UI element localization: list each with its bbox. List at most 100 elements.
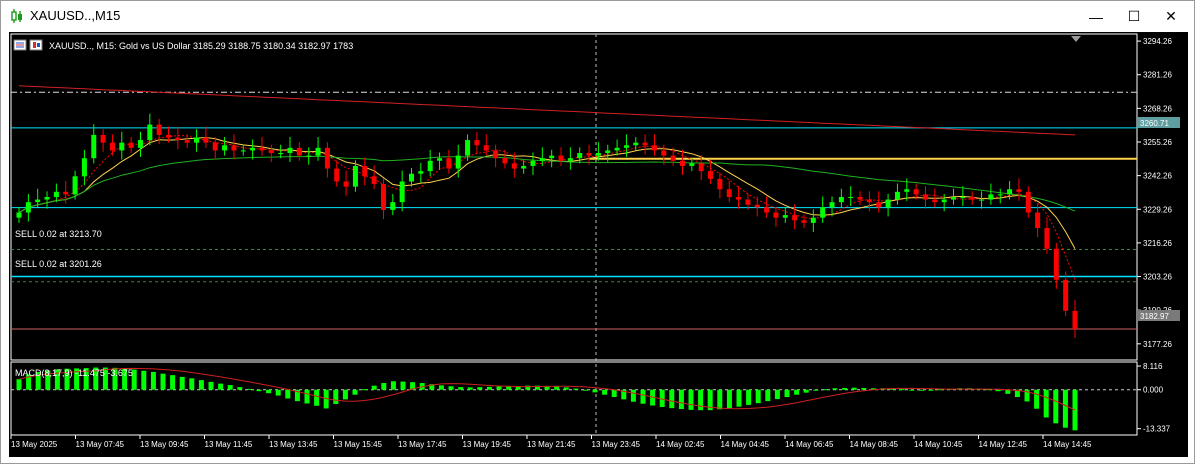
chart-area[interactable]: 3294.26 3281.26 3268.26 3255.26 3242.26 3229.… bbox=[9, 32, 1188, 457]
macd-bar bbox=[208, 381, 214, 390]
candle-body bbox=[913, 189, 919, 195]
macd-bar bbox=[794, 389, 800, 395]
macd-bar bbox=[141, 370, 147, 390]
candle-body bbox=[680, 160, 686, 166]
candle-body bbox=[156, 124, 162, 135]
candle-body bbox=[829, 202, 835, 208]
title-bar[interactable]: XAUUSD..,M15 — ☐ ✕ bbox=[1, 1, 1194, 32]
macd-bar bbox=[813, 389, 819, 391]
time-tick-label: 13 May 11:45 bbox=[205, 440, 253, 449]
candle-body bbox=[698, 163, 704, 172]
candle-body bbox=[614, 147, 620, 151]
macd-tick-label: 8.116 bbox=[1143, 362, 1163, 371]
candle-body bbox=[708, 171, 714, 179]
macd-bar bbox=[573, 388, 579, 390]
trade-label-2: SELL 0.02 at 3201.26 bbox=[15, 259, 102, 269]
candle-body bbox=[1044, 228, 1050, 249]
macd-bar bbox=[304, 389, 310, 404]
horizontal-levels bbox=[11, 91, 1137, 330]
candle-body bbox=[960, 197, 966, 198]
macd-bar bbox=[602, 389, 608, 395]
macd-bar bbox=[371, 385, 377, 390]
price-chart[interactable]: 3294.26 3281.26 3268.26 3255.26 3242.26 3229.… bbox=[9, 32, 1188, 457]
candle-body bbox=[549, 155, 555, 159]
macd-bar bbox=[765, 389, 771, 402]
close-button[interactable]: ✕ bbox=[1151, 1, 1191, 32]
candle-body bbox=[1072, 310, 1078, 329]
candle-body bbox=[147, 124, 153, 141]
time-tick-label: 13 May 15:45 bbox=[334, 440, 383, 449]
macd-bar bbox=[678, 389, 684, 410]
candle-body bbox=[511, 163, 517, 169]
price-tick-label: 3294.26 bbox=[1143, 37, 1172, 46]
time-tick-label: 14 May 08:45 bbox=[850, 440, 899, 449]
macd-bar bbox=[448, 386, 454, 390]
candle-body bbox=[1016, 189, 1022, 192]
candle-body bbox=[455, 155, 461, 169]
macd-tick-label: 0.000 bbox=[1143, 386, 1164, 395]
macd-header: MACD(8,17,9) -11.475 -3.675 bbox=[15, 368, 133, 378]
candle-body bbox=[745, 199, 751, 205]
macd-bar bbox=[16, 379, 22, 390]
macd-bar bbox=[842, 387, 848, 390]
candle-body bbox=[352, 165, 358, 187]
symbol-icon bbox=[13, 39, 27, 51]
macd-bar bbox=[909, 389, 915, 391]
time-tick-label: 14 May 02:45 bbox=[656, 440, 705, 449]
candle-body bbox=[390, 202, 396, 210]
candle-body bbox=[736, 197, 742, 200]
candle-body bbox=[810, 217, 816, 223]
candle-body bbox=[820, 207, 826, 218]
macd-bar bbox=[381, 383, 387, 390]
candle-body bbox=[577, 153, 583, 159]
candle-body bbox=[100, 134, 106, 143]
minimize-button[interactable]: — bbox=[1076, 1, 1116, 32]
macd-bar bbox=[563, 387, 569, 390]
macd-bar bbox=[784, 389, 790, 398]
maximize-button[interactable]: ☐ bbox=[1114, 1, 1154, 32]
candle-body bbox=[754, 204, 760, 208]
macd-bar bbox=[275, 389, 281, 396]
macd-bar bbox=[256, 389, 262, 392]
price-tick-label: 3255.26 bbox=[1143, 138, 1172, 147]
candle-body bbox=[25, 202, 31, 213]
macd-bar bbox=[266, 389, 272, 394]
chart-type-icon[interactable] bbox=[29, 39, 43, 51]
time-tick-label: 13 May 09:45 bbox=[140, 440, 189, 449]
candle-body bbox=[764, 207, 770, 213]
candle-body bbox=[362, 165, 368, 177]
candle-body bbox=[44, 197, 50, 200]
candle-body bbox=[53, 191, 59, 197]
candle-body bbox=[1035, 212, 1041, 229]
candle-body bbox=[437, 158, 443, 161]
macd-bar bbox=[918, 389, 924, 391]
macd-bar bbox=[736, 389, 742, 407]
macd-bar bbox=[995, 389, 1001, 392]
candle-body bbox=[717, 178, 723, 190]
price-tick-label: 3281.26 bbox=[1143, 71, 1172, 80]
candle-body bbox=[63, 191, 69, 195]
macd-bar bbox=[592, 389, 598, 393]
candle-body bbox=[493, 150, 499, 159]
macd-bar bbox=[352, 389, 358, 395]
macd-bar bbox=[861, 387, 867, 390]
macd-bar bbox=[496, 386, 502, 390]
candle-body bbox=[502, 158, 508, 164]
current-price-label: 3182.97 bbox=[1140, 312, 1169, 321]
time-tick-label: 14 May 14:45 bbox=[1043, 440, 1092, 449]
time-tick-label: 13 May 23:45 bbox=[592, 440, 641, 449]
macd-bar bbox=[467, 387, 473, 390]
price-tick-label: 3177.26 bbox=[1143, 340, 1172, 349]
macd-bar bbox=[179, 376, 185, 390]
candle-body bbox=[539, 158, 545, 161]
candle-body bbox=[894, 191, 900, 200]
candle-body bbox=[35, 199, 41, 203]
price-tick-label: 3229.26 bbox=[1143, 205, 1172, 214]
window-title: XAUUSD..,M15 bbox=[30, 8, 121, 23]
macd-bar bbox=[400, 381, 406, 390]
time-tick-label: 13 May 19:45 bbox=[463, 440, 512, 449]
scroll-arrow-icon[interactable] bbox=[1071, 36, 1081, 42]
macd-bar bbox=[774, 389, 780, 400]
candle-body bbox=[175, 137, 181, 141]
candle-body bbox=[203, 137, 209, 143]
